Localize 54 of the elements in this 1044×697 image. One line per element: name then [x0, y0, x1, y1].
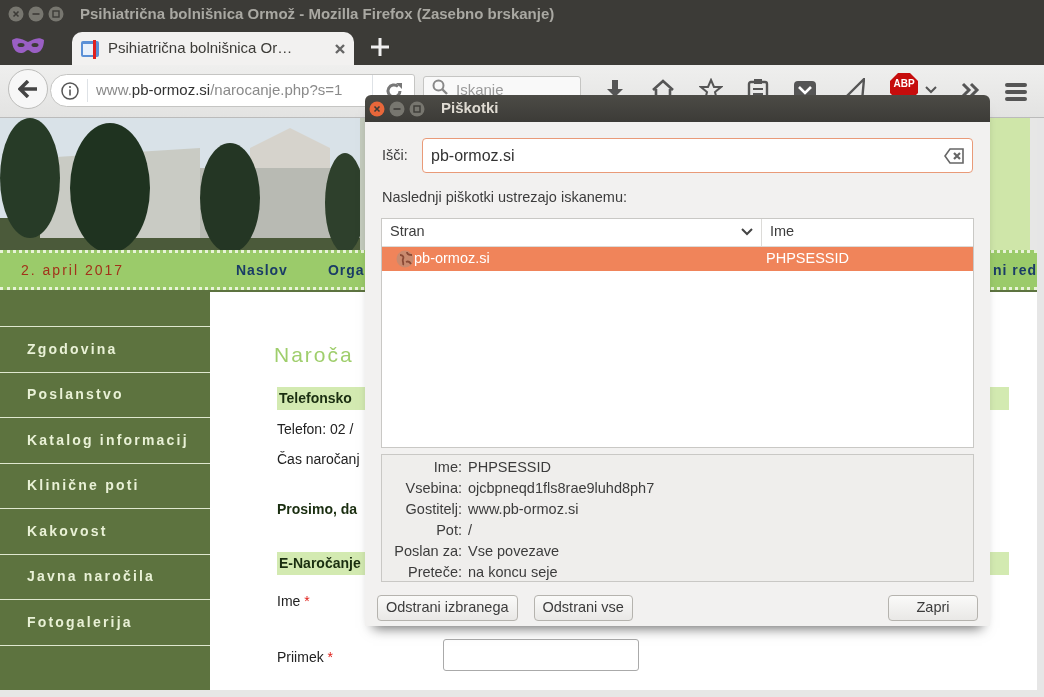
caret-icon[interactable] [925, 86, 937, 94]
tab-title: Psihiatrična bolnišnica Or… [108, 38, 294, 59]
detail-label: Ime: [432, 457, 462, 477]
address-bar[interactable]: www.pb-ormoz.si/narocanje.php?s=1 [50, 74, 415, 107]
globe-icon [396, 249, 414, 268]
table-cell-text: pb-ormoz.si [414, 248, 490, 268]
menu-icon[interactable] [1004, 82, 1028, 102]
note-text: Prosimo, da [277, 499, 358, 519]
browser-tab[interactable]: Psihiatrična bolnišnica Or… [72, 32, 354, 65]
detail-label: Vsebina: [404, 478, 462, 498]
search-field[interactable]: pb-ormoz.si [422, 138, 973, 173]
search-label: Išči: [382, 145, 408, 165]
field-label: Priimek * [277, 647, 333, 667]
detail-value: PHPSESSID [468, 457, 552, 477]
close-icon[interactable] [369, 100, 385, 117]
input-field[interactable] [443, 638, 639, 671]
caption-text: Naslednji piškotki ustrezajo iskanemu: [382, 188, 628, 207]
url-text: www.pb-ormoz.si/narocanje.php?s=1 [87, 79, 343, 102]
page-icon [80, 38, 100, 59]
search-value: pb-ormoz.si [431, 145, 516, 166]
overflow-icon[interactable] [961, 82, 981, 98]
nav-link[interactable]: Orga [327, 259, 365, 281]
info-icon[interactable] [61, 81, 79, 100]
table-cell-text: PHPSESSID [765, 248, 849, 268]
back-arrow-icon [18, 80, 38, 98]
field-label: Ime * [277, 591, 310, 611]
close-icon[interactable] [334, 42, 346, 55]
detail-value: / [468, 520, 474, 540]
search-icon [432, 79, 448, 95]
clear-icon[interactable] [944, 147, 964, 164]
mask-icon [11, 37, 45, 55]
new-tab-icon[interactable] [370, 37, 390, 57]
detail-label: Pot: [435, 520, 462, 540]
nav-link[interactable]: ni red [992, 259, 1037, 281]
dialog-button[interactable]: Odstrani izbranega [377, 594, 518, 621]
search-placeholder: Iskanje [456, 80, 504, 100]
detail-value: ojcbpneqd1fls8rae9luhd8ph7 [468, 478, 656, 498]
detail-label: Gostitelj: [404, 499, 462, 519]
maximize-icon[interactable] [48, 6, 64, 22]
column-header[interactable]: Stran [382, 218, 762, 246]
detail-value: www.pb-ormoz.si [468, 499, 580, 519]
date-text: 2. april 2017 [20, 260, 126, 280]
window-title: Psihiatrična bolnišnica Ormož - Mozilla Firefox (Zasebno brskanje) [80, 3, 555, 24]
column-header[interactable]: Ime [762, 218, 973, 246]
nav-link[interactable]: Naslov [236, 259, 288, 281]
page-heading: Naroča [274, 342, 354, 368]
info-text: Čas naročanj [277, 449, 360, 469]
dialog-button[interactable]: Odstrani vse [533, 594, 633, 621]
back-button[interactable] [8, 69, 48, 109]
close-icon[interactable] [8, 6, 24, 22]
minimize-icon[interactable] [28, 6, 44, 22]
dialog-button[interactable]: Zapri [888, 594, 978, 621]
sort-icon[interactable] [741, 228, 753, 237]
info-text: Telefon: 02 / [277, 419, 354, 439]
